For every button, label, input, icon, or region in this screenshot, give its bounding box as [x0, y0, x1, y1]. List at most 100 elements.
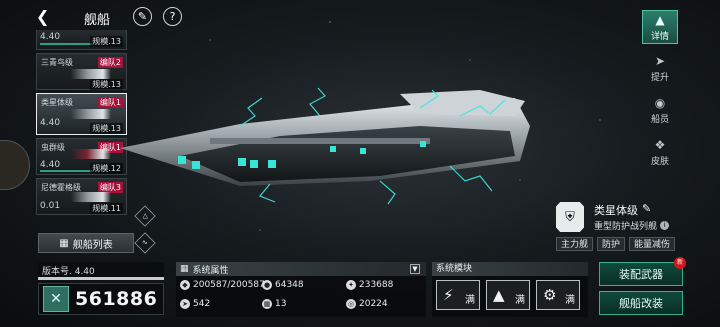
nav-skin[interactable]: ❖ 皮肤 [642, 136, 678, 170]
ship-card-name: 类星体级 [41, 98, 73, 107]
fleet-module-icon: ▲ [493, 286, 505, 304]
nav-label: 提升 [650, 73, 669, 83]
ship-list: 4.40 规模.13 三青鸟级 编队2 规模.13 类星体级 编队1 4.40 … [36, 30, 128, 218]
ship-card[interactable]: 三青鸟级 编队2 规模.13 [36, 53, 127, 90]
ship-card-level: 规模.13 [90, 79, 123, 90]
core-icon: ✦ [346, 280, 356, 290]
details-icon: ▲ [655, 13, 665, 27]
ship-card-name: 三青鸟级 [41, 58, 73, 67]
ship-thumbnail [71, 192, 111, 202]
ship-card-number: 4.40 [40, 160, 61, 170]
stat-speed: ➤ 542 [180, 299, 210, 309]
ship-card-number: 4.40 [40, 118, 61, 128]
ship-card-level: 规模.13 [90, 36, 123, 47]
ship-card[interactable]: 虫群级 编队1 4.40 规模.12 [36, 138, 127, 175]
ship-card-level: 规模.13 [90, 123, 123, 134]
ship-name: 类星体级 ✎ [594, 202, 651, 218]
grid-icon: ▦ [59, 237, 69, 249]
module-slot[interactable]: ⚡ 满 [436, 280, 480, 310]
system-attributes-panel: ▦ 系统属性 ▼ ◆ 200587/200587 ● 64348 ✦ 23368… [176, 262, 426, 317]
ship-card-level: 规模.12 [90, 163, 123, 174]
checker-icon: ▦ [262, 299, 272, 309]
combat-power-value: 561886 [75, 288, 158, 310]
ship-illustration [120, 87, 530, 205]
ship-refit-button[interactable]: 舰船改装 [599, 291, 683, 315]
module-state: 满 [515, 295, 525, 306]
shield-icon: ⛨ [556, 202, 584, 232]
power-panel: ✕ 561886 [38, 283, 164, 315]
fleet-tag: 编队2 [97, 57, 123, 68]
stat-value: 64348 [275, 280, 304, 290]
ship-card-level: 规模.11 [90, 203, 123, 214]
ship-name-text: 类星体级 [594, 204, 638, 217]
stat-cluster: ● 64348 [262, 280, 304, 290]
crossed-swords-icon: ✕ [43, 286, 69, 312]
crew-icon: ◉ [654, 96, 666, 110]
stat-value: 542 [193, 299, 211, 309]
upgrade-icon: ➤ [654, 54, 666, 68]
ship-roles: 主力舰 防护 能量减伤 [556, 237, 676, 251]
attributes-header: ▦ 系统属性 ▼ [176, 262, 426, 276]
ship-card-progress [40, 43, 92, 45]
speed-icon: ➤ [180, 299, 190, 309]
formation-icon[interactable]: △ [134, 205, 156, 227]
modules-title: 系统模块 [432, 262, 588, 276]
nav-crew[interactable]: ◉ 船员 [642, 94, 678, 128]
nav-label: 船员 [650, 115, 669, 125]
new-badge: 新 [674, 257, 686, 269]
ship-card[interactable]: 尼德霍格级 编队3 0.01 规模.11 [36, 178, 127, 215]
module-slot[interactable]: ▲ 满 [486, 280, 530, 310]
fleet-list-label: 舰船列表 [72, 239, 113, 251]
ship-refit-label: 舰船改装 [619, 297, 663, 310]
skin-icon: ❖ [654, 138, 666, 152]
stat-value: 233688 [359, 280, 394, 290]
info-icon[interactable]: i [660, 221, 670, 230]
ship-thumbnail [71, 109, 111, 119]
stat-armor: ◆ 200587/200587 [180, 280, 265, 290]
stat-target: ◎ 20224 [346, 299, 388, 309]
version-progress-bar [38, 277, 164, 280]
ship-card-number: 0.01 [40, 201, 61, 211]
nav-details[interactable]: ▲ 详情 [642, 10, 678, 44]
fleet-list-button[interactable]: ▦ 舰船列表 [38, 233, 134, 253]
stat-checker: ▦ 13 [262, 299, 286, 309]
nav-label: 详情 [650, 32, 669, 42]
system-modules-panel: 系统模块 ⚡ 满 ▲ 满 ⚙ 满 [432, 262, 588, 317]
lightning-module-icon: ⚡ [443, 286, 454, 304]
list-icon: ▦ [180, 264, 189, 274]
chevron-left-icon[interactable]: ❮ [36, 8, 54, 26]
module-state: 满 [465, 295, 475, 306]
pencil-feather-icon[interactable]: ✎ [133, 7, 152, 26]
ship-info: ⛨ 类星体级 ✎ 重型防护战列舰 i [556, 200, 686, 236]
edit-icon[interactable]: ✎ [642, 202, 651, 218]
top-bar: ❮ 舰船 ✎ ? [0, 0, 200, 34]
equip-weapons-button[interactable]: 装配武器 新 [599, 257, 686, 286]
role-tag: 主力舰 [556, 237, 594, 251]
ship-thumbnail [71, 149, 111, 159]
stat-value: 20224 [359, 299, 388, 309]
gear-module-icon: ⚙ [543, 286, 557, 304]
ship-card-progress [40, 170, 92, 172]
version-label: 版本号. 4.40 [38, 262, 164, 277]
question-icon[interactable]: ? [163, 7, 182, 26]
module-slot[interactable]: ⚙ 满 [536, 280, 580, 310]
nav-upgrade[interactable]: ➤ 提升 [642, 52, 678, 86]
role-tag: 能量减伤 [629, 237, 676, 251]
module-state: 满 [565, 295, 575, 306]
ship-type-text: 重型防护战列舰 [594, 222, 658, 232]
ship-card[interactable]: 4.40 规模.13 [36, 30, 127, 50]
stat-value: 13 [275, 299, 287, 309]
equip-weapons-label: 装配武器 [619, 268, 663, 281]
cluster-icon: ● [262, 280, 272, 290]
stat-value: 200587/200587 [193, 280, 265, 290]
stat-core: ✦ 233688 [346, 280, 393, 290]
ship-card-name: 虫群级 [41, 143, 65, 152]
signal-icon[interactable]: ∿ [134, 232, 156, 254]
attributes-title: 系统属性 [192, 265, 229, 276]
ship-type: 重型防护战列舰 i [594, 219, 670, 232]
ship-card-number: 4.40 [40, 32, 61, 42]
ship-emblem[interactable] [0, 140, 30, 190]
ship-card-selected[interactable]: 类星体级 编队1 4.40 规模.13 [36, 93, 127, 135]
ship-thumbnail [71, 69, 111, 79]
chevron-down-icon[interactable]: ▼ [410, 264, 420, 274]
